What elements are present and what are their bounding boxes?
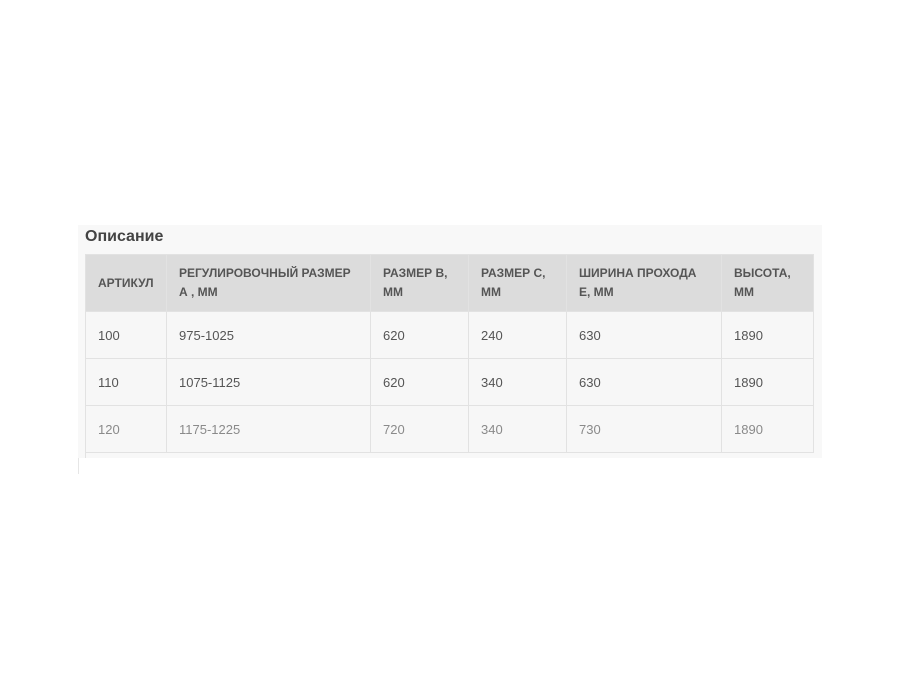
cell-size-b: 620 (370, 311, 469, 359)
cell-size-c: 240 (468, 311, 567, 359)
table-row: 120 1175-1225 720 340 730 1890 (85, 405, 814, 453)
header-size-c: РАЗМЕР С, ММ (468, 254, 567, 312)
panel-edge (78, 458, 79, 474)
cell-adjust-size-a: 975-1025 (166, 311, 371, 359)
cell-size-c: 340 (468, 358, 567, 406)
cell-article: 110 (85, 358, 167, 406)
cell-article: 120 (85, 405, 167, 453)
header-height: ВЫСОТА, ММ (721, 254, 814, 312)
header-size-b: РАЗМЕР В, ММ (370, 254, 469, 312)
cell-passage-width-e: 630 (566, 311, 722, 359)
header-passage-width-e: ШИРИНА ПРОХОДА Е, ММ (566, 254, 722, 312)
cell-article: 100 (85, 311, 167, 359)
table-continuation (85, 452, 813, 458)
cell-size-c: 340 (468, 405, 567, 453)
spec-table: АРТИКУЛ РЕГУЛИРОВОЧНЫЙ РАЗМЕР А , ММ РАЗ… (85, 254, 814, 453)
cell-passage-width-e: 630 (566, 358, 722, 406)
cell-height: 1890 (721, 358, 814, 406)
section-title: Описание (85, 228, 164, 245)
cell-adjust-size-a: 1075-1125 (166, 358, 371, 406)
table-row: 110 1075-1125 620 340 630 1890 (85, 358, 814, 406)
cell-size-b: 720 (370, 405, 469, 453)
cell-height: 1890 (721, 311, 814, 359)
cell-height: 1890 (721, 405, 814, 453)
header-adjust-size-a: РЕГУЛИРОВОЧНЫЙ РАЗМЕР А , ММ (166, 254, 371, 312)
cell-passage-width-e: 730 (566, 405, 722, 453)
cell-size-b: 620 (370, 358, 469, 406)
table-header-row: АРТИКУЛ РЕГУЛИРОВОЧНЫЙ РАЗМЕР А , ММ РАЗ… (85, 254, 814, 312)
header-article: АРТИКУЛ (85, 254, 167, 312)
table-row: 100 975-1025 620 240 630 1890 (85, 311, 814, 359)
cell-adjust-size-a: 1175-1225 (166, 405, 371, 453)
